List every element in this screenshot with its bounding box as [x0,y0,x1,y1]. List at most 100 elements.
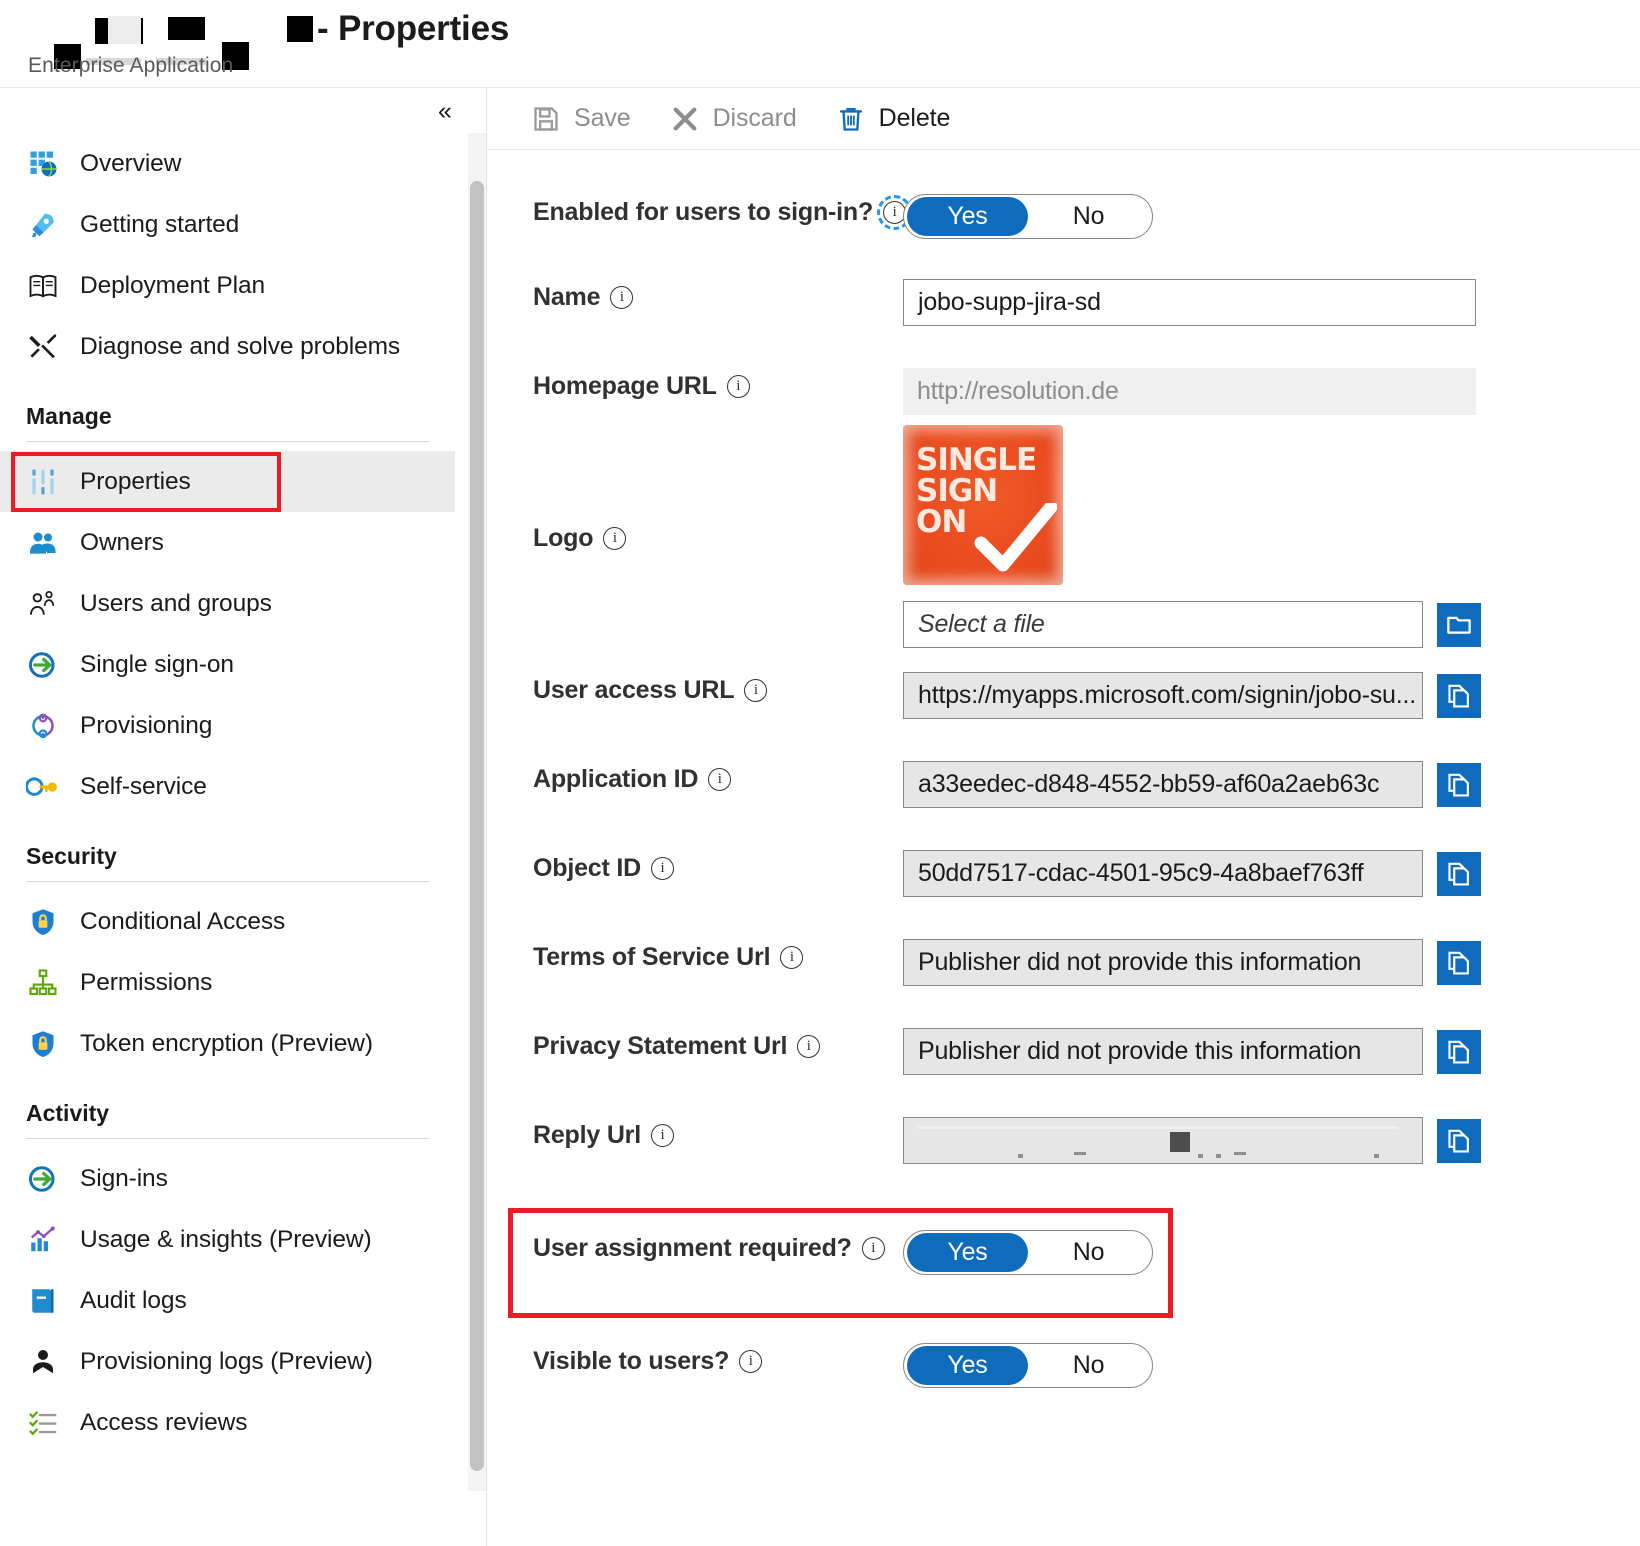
key-icon [26,770,66,804]
field-object-id: Object ID i 50dd7517-cdac-4501-95c9-4a8b… [488,850,1640,897]
info-icon[interactable]: i [726,375,750,398]
sidebar-item-users-and-groups[interactable]: Users and groups [0,573,455,634]
shield-lock-icon [26,1027,66,1061]
info-icon[interactable]: i [780,946,804,969]
page-title-text: - Properties [317,9,510,48]
sidebar-item-getting-started[interactable]: Getting started [0,194,455,255]
rocket-icon [26,208,66,242]
homepage-url-value: http://resolution.de [903,368,1476,415]
sidebar-scrollbar-thumb[interactable] [470,181,484,1471]
app-logo-image: SINGLE SIGN ON [903,425,1063,585]
sidebar-item-properties[interactable]: Properties [0,451,455,512]
sidebar-item-label: Access reviews [80,1408,248,1436]
info-icon[interactable]: i [603,527,627,550]
info-icon[interactable]: i [650,857,674,880]
toggle-option-yes[interactable]: Yes [907,1233,1028,1272]
field-label: User access URL i [533,672,903,705]
sidebar-item-diagnose-and-solve-problems[interactable]: Diagnose and solve problems [0,316,455,377]
sidebar-item-single-sign-on[interactable]: Single sign-on [0,634,455,695]
visible-to-users-toggle[interactable]: Yes No [903,1343,1153,1388]
breadcrumb-redaction-block [108,16,141,44]
name-label: Name [533,283,601,311]
sidebar-item-deployment-plan[interactable]: Deployment Plan [0,255,455,316]
field-label: Terms of Service Url i [533,939,903,972]
sidebar-item-provisioning[interactable]: Provisioning [0,695,455,756]
logo-text-line: SINGLE [916,442,1037,478]
field-user-assignment-required: User assignment required? i Yes No [488,1208,1640,1318]
sidebar-item-self-service[interactable]: Self-service [0,756,455,817]
reply-url-value [903,1117,1423,1164]
field-label: User assignment required? i [533,1230,903,1263]
info-icon[interactable]: i [650,1124,674,1147]
sidebar-item-provisioning-logs-preview[interactable]: Provisioning logs (Preview) [0,1331,455,1392]
sidebar-item-token-encryption-preview[interactable]: Token encryption (Preview) [0,1013,455,1074]
discard-button[interactable]: Discard [669,97,797,141]
object-id-label: Object ID [533,854,641,882]
user-assignment-required-toggle[interactable]: Yes No [903,1230,1153,1275]
save-button[interactable]: Save [530,97,631,141]
sidebar-item-label: Usage & insights (Preview) [80,1225,372,1253]
toggle-option-no[interactable]: No [1028,1233,1149,1272]
terms-of-service-url-value: Publisher did not provide this informati… [903,939,1423,986]
sidebar-item-label: Sign-ins [80,1164,168,1192]
info-icon[interactable]: i [861,1237,885,1260]
name-input[interactable]: jobo-supp-jira-sd [903,279,1476,326]
info-icon[interactable]: i [797,1035,821,1058]
chevron-double-left-icon[interactable]: « [430,96,460,126]
info-icon[interactable]: i [744,679,768,702]
copy-icon[interactable] [1437,1118,1481,1163]
toggle-option-no[interactable]: No [1028,197,1149,236]
checklist-icon [26,1406,66,1440]
copy-icon[interactable] [1437,851,1481,896]
sidebar-group-title: Manage [26,403,112,429]
divider [26,441,429,442]
field-label: Enabled for users to sign-in? i [533,194,913,230]
field-label: Logo i [533,520,903,553]
breadcrumb-redaction-block [168,17,205,40]
sidebar-group-manage: Manage [0,377,455,451]
privacy-statement-url-label: Privacy Statement Url [533,1032,788,1060]
properties-form: Enabled for users to sign-in? i Yes No N… [488,150,1640,1388]
field-name: Name i jobo-supp-jira-sd [488,279,1640,326]
sidebar-item-usage-insights-preview[interactable]: Usage & insights (Preview) [0,1209,455,1270]
object-id-value: 50dd7517-cdac-4501-95c9-4a8baef763ff [903,850,1423,897]
toggle-option-yes[interactable]: Yes [907,197,1028,236]
sidebar-item-permissions[interactable]: Permissions [0,952,455,1013]
homepage-url-label: Homepage URL [533,372,717,400]
sidebar-group-security: Security [0,817,455,891]
field-terms-of-service-url: Terms of Service Url i Publisher did not… [488,939,1640,986]
sidebar-group-title: Activity [26,1100,110,1126]
folder-icon[interactable] [1437,602,1481,647]
info-icon[interactable]: i [610,286,634,309]
toggle-option-yes[interactable]: Yes [907,1346,1028,1385]
sidebar-item-access-reviews[interactable]: Access reviews [0,1392,455,1453]
toggle-option-no[interactable]: No [1028,1346,1149,1385]
sidebar-item-label: Getting started [80,210,240,238]
sidebar-item-sign-ins[interactable]: Sign-ins [0,1148,455,1209]
delete-button[interactable]: Delete [835,97,951,141]
copy-icon[interactable] [1437,1029,1481,1074]
delete-label: Delete [878,104,951,132]
enabled-signin-toggle[interactable]: Yes No [903,194,1153,239]
sidebar-item-label: Users and groups [80,589,272,617]
application-id-value: a33eedec-d848-4552-bb59-af60a2aeb63c [903,761,1423,808]
sidebar-group-title: Security [26,843,117,869]
sidebar-item-audit-logs[interactable]: Audit logs [0,1270,455,1331]
copy-icon[interactable] [1437,940,1481,985]
field-label: Application ID i [533,761,903,794]
info-icon[interactable]: i [739,1350,763,1373]
book-blue-icon [26,1284,66,1318]
field-label: Privacy Statement Url i [533,1028,903,1061]
sidebar-item-overview[interactable]: Overview [0,133,455,194]
sliders-icon [26,465,66,499]
sidebar-item-conditional-access[interactable]: Conditional Access [0,891,455,952]
copy-icon[interactable] [1437,762,1481,807]
logo-file-input[interactable]: Select a file [903,601,1423,648]
sidebar-scrollbar-track[interactable] [468,133,486,1491]
sign-in-arrow-icon [26,648,66,682]
info-icon[interactable]: i [708,768,732,791]
main-content: Save Discard Delete Enabled for users to… [488,88,1640,1546]
copy-icon[interactable] [1437,673,1481,718]
sidebar-item-owners[interactable]: Owners [0,512,455,573]
user-access-url-label: User access URL [533,676,735,704]
